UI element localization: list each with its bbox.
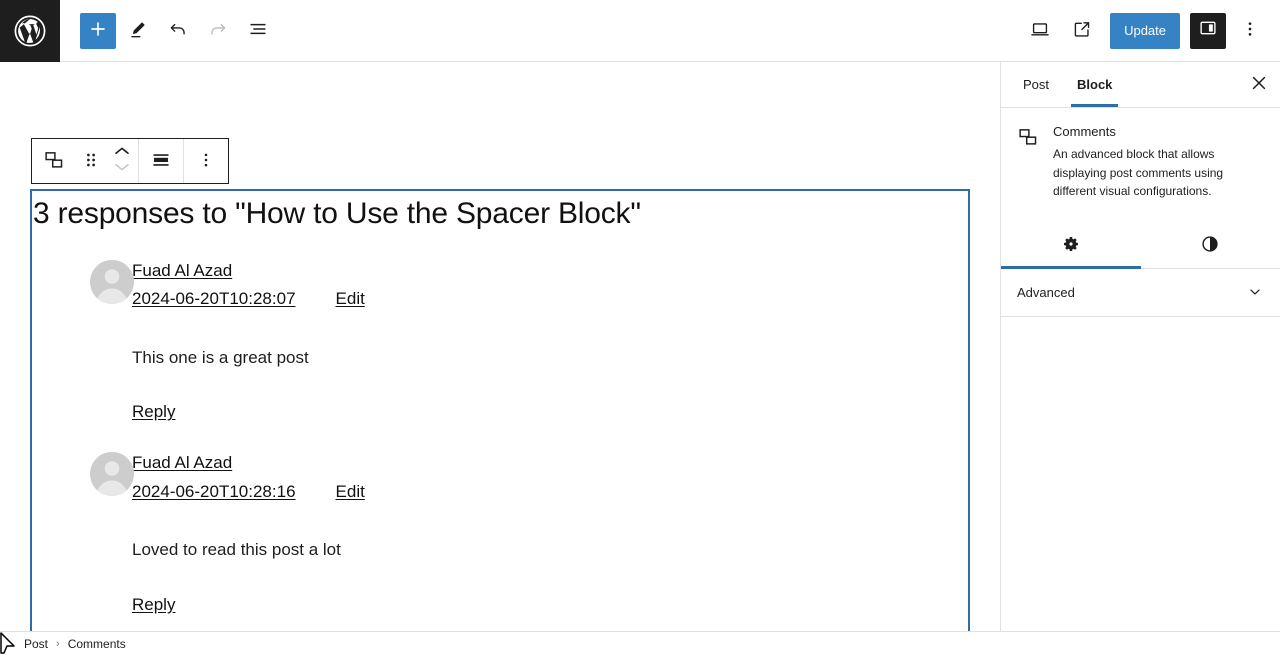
panel-advanced[interactable]: Advanced (1001, 269, 1280, 317)
user-avatar-icon (90, 452, 134, 497)
comment-reply-wrap: Reply (132, 402, 968, 422)
comment-reply-link[interactable]: Reply (132, 402, 175, 421)
undo-button[interactable] (160, 13, 196, 49)
settings-sidebar: Post Block Comments An advanced block th… (1000, 62, 1280, 631)
external-link-icon (1071, 18, 1093, 43)
desktop-icon (1029, 18, 1051, 43)
block-name: Comments (1053, 124, 1116, 139)
redo-icon (207, 18, 229, 43)
align-button[interactable] (139, 139, 183, 183)
comments-title: 3 responses to "How to Use the Spacer Bl… (33, 197, 641, 230)
tools-button[interactable] (120, 13, 156, 49)
breadcrumb-item-comments[interactable]: Comments (68, 637, 126, 651)
block-options-button[interactable] (184, 139, 228, 183)
sidebar-panel-icon (1197, 17, 1219, 44)
update-button[interactable]: Update (1110, 12, 1180, 49)
drag-dots-icon (82, 149, 100, 174)
block-toolbar (31, 138, 229, 184)
comment-date-row: 2024-06-20T10:28:07 Edit (132, 286, 968, 312)
move-up-button[interactable] (113, 145, 131, 161)
breadcrumb-separator: › (56, 637, 60, 650)
details-list-icon (247, 18, 269, 43)
contrast-half-circle-icon (1200, 234, 1220, 257)
comment-date-link[interactable]: 2024-06-20T10:28:16 (132, 479, 296, 505)
close-icon (1250, 74, 1268, 95)
view-button[interactable] (1022, 13, 1058, 49)
comment-author-link[interactable]: Fuad Al Azad (132, 453, 232, 472)
comment-content: This one is a great post (132, 347, 309, 367)
pencil-icon (127, 18, 149, 43)
tab-post[interactable]: Post (1009, 62, 1063, 107)
editor-header: Update (0, 0, 1280, 62)
plus-icon (87, 18, 109, 43)
comments-block-icon (1017, 124, 1041, 201)
block-breadcrumb: Post › Comments (0, 631, 1280, 655)
block-info-text: Comments An advanced block that allows d… (1053, 124, 1260, 201)
breadcrumb-item-post[interactable]: Post (24, 637, 48, 651)
comment-edit-link[interactable]: Edit (336, 479, 365, 505)
close-sidebar-button[interactable] (1242, 68, 1276, 102)
preview-button[interactable] (1064, 13, 1100, 49)
wordpress-block-editor: Update 3 responses to "How to Use the Sp… (0, 0, 1280, 655)
block-movers (106, 139, 138, 183)
align-center-icon (150, 149, 172, 174)
block-info-card: Comments An advanced block that allows d… (1001, 108, 1280, 211)
document-overview-button[interactable] (240, 13, 276, 49)
comment-reply-link[interactable]: Reply (132, 595, 175, 614)
block-description: An advanced block that allows displaying… (1053, 147, 1224, 199)
comment-item: Fuad Al Azad 2024-06-20T10:28:07 Edit Th… (32, 258, 968, 423)
styles-tab[interactable] (1141, 223, 1280, 268)
panel-advanced-label: Advanced (1017, 284, 1075, 300)
comment-author-link[interactable]: Fuad Al Azad (132, 261, 232, 280)
comment-date-link[interactable]: 2024-06-20T10:28:07 (132, 286, 296, 312)
comments-block-icon (43, 149, 65, 174)
tab-block[interactable]: Block (1063, 62, 1126, 107)
comment-reply-wrap: Reply (132, 595, 968, 615)
block-toolbar-group-align (138, 139, 183, 183)
redo-button[interactable] (200, 13, 236, 49)
comments-block-selected[interactable]: 3 responses to "How to Use the Spacer Bl… (30, 189, 970, 631)
chevron-down-icon (1246, 283, 1264, 301)
header-right-toolbar: Update (1022, 12, 1280, 49)
gear-icon (1061, 234, 1081, 257)
wordpress-logo-icon (13, 14, 47, 48)
user-avatar-icon (90, 259, 134, 304)
comment-date-row: 2024-06-20T10:28:16 Edit (132, 479, 968, 505)
header-left-toolbar (60, 12, 276, 49)
add-block-button[interactable] (80, 12, 116, 49)
block-type-button[interactable] (32, 139, 76, 183)
drag-handle-button[interactable] (76, 139, 106, 183)
block-toolbar-group-block (32, 139, 138, 183)
block-toolbar-group-more (183, 139, 228, 183)
comment-content: Loved to read this post a lot (132, 540, 341, 560)
kebab-menu-icon (195, 149, 217, 174)
comment-edit-link[interactable]: Edit (336, 286, 365, 312)
kebab-menu-icon (1239, 18, 1261, 43)
comment-meta: Fuad Al Azad 2024-06-20T10:28:16 Edit (132, 450, 968, 505)
settings-sidebar-toggle-button[interactable] (1190, 12, 1226, 49)
sidebar-tab-bar: Post Block (1001, 62, 1280, 108)
inspector-tab-bar (1001, 223, 1280, 269)
editor-body: 3 responses to "How to Use the Spacer Bl… (0, 62, 1280, 631)
undo-icon (167, 18, 189, 43)
comment-item: Fuad Al Azad 2024-06-20T10:28:16 Edit Lo… (32, 450, 968, 615)
chevron-down-icon (113, 160, 131, 178)
wordpress-logo-button[interactable] (0, 0, 60, 62)
settings-tab[interactable] (1001, 223, 1141, 269)
comment-meta: Fuad Al Azad 2024-06-20T10:28:07 Edit (132, 258, 968, 313)
move-down-button[interactable] (113, 161, 131, 177)
editor-canvas[interactable]: 3 responses to "How to Use the Spacer Bl… (0, 62, 1000, 631)
more-options-button[interactable] (1232, 13, 1268, 49)
